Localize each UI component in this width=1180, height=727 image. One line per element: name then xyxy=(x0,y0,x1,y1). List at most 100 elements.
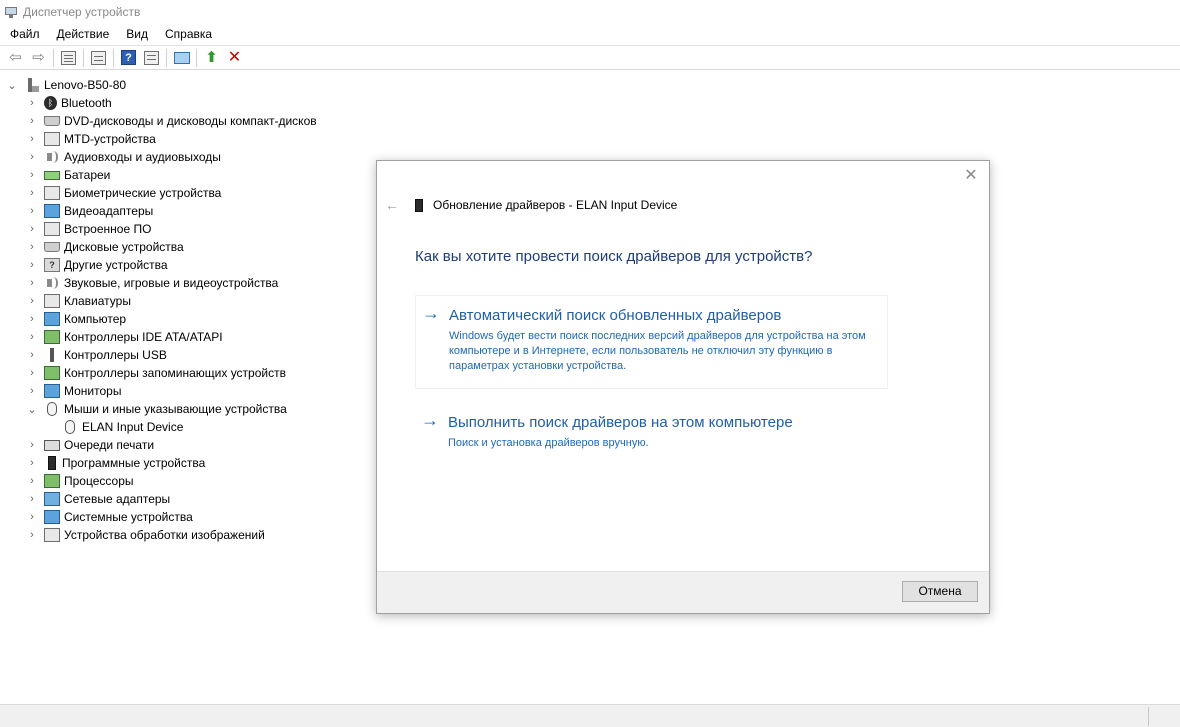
tree-item-ide-controllers[interactable]: › Контроллеры IDE ATA/ATAPI xyxy=(26,328,223,346)
chevron-right-icon[interactable]: › xyxy=(26,313,38,325)
tree-item-label: Встроенное ПО xyxy=(64,222,152,236)
tree-item-processors[interactable]: › Процессоры xyxy=(26,472,134,490)
battery-icon xyxy=(44,170,60,180)
chevron-right-icon[interactable]: › xyxy=(26,259,38,271)
toolbar-separator xyxy=(196,48,197,67)
back-arrow-icon[interactable]: ← xyxy=(385,197,399,213)
chevron-right-icon[interactable]: › xyxy=(26,349,38,361)
forward-button[interactable]: ⇨ xyxy=(27,47,50,68)
chevron-right-icon[interactable]: › xyxy=(26,385,38,397)
forward-arrow-icon: ⇨ xyxy=(32,49,45,66)
menu-action[interactable]: Действие xyxy=(47,27,117,41)
tree-item-network-adapters[interactable]: › Сетевые адаптеры xyxy=(26,490,170,508)
chevron-right-icon[interactable]: › xyxy=(26,529,38,541)
tree-item-label: Системные устройства xyxy=(64,510,193,524)
update-driver-dialog: ✕ ← Обновление драйверов - ELAN Input De… xyxy=(376,160,990,614)
chevron-right-icon[interactable]: › xyxy=(26,205,38,217)
cancel-button[interactable]: Отмена xyxy=(902,581,978,602)
tree-item-usb-controllers[interactable]: › Контроллеры USB xyxy=(26,346,167,364)
computer-icon xyxy=(44,312,60,326)
tree-item-disk-drives[interactable]: › Дисковые устройства xyxy=(26,238,184,256)
chevron-right-icon[interactable]: › xyxy=(26,493,38,505)
tree-item-label: Программные устройства xyxy=(62,456,206,470)
tree-item-label: ELAN Input Device xyxy=(82,420,184,434)
menu-file[interactable]: Файл xyxy=(0,27,47,41)
tree-item-label: Дисковые устройства xyxy=(64,240,184,254)
mouse-icon xyxy=(47,402,57,416)
uninstall-device-button[interactable]: ✕ xyxy=(223,47,246,68)
tree-item-elan-input-device[interactable]: ELAN Input Device xyxy=(56,418,183,436)
tree-item-imaging-devices[interactable]: › Устройства обработки изображений xyxy=(26,526,265,544)
auto-search-description: Windows будет вести поиск последних верс… xyxy=(449,330,866,372)
back-button[interactable]: ⇦ xyxy=(4,47,27,68)
tree-item-dvd[interactable]: › DVD-дисководы и дисководы компакт-диск… xyxy=(26,112,316,130)
tree-item-keyboards[interactable]: › Клавиатуры xyxy=(26,292,131,310)
tree-item-biometric[interactable]: › Биометрические устройства xyxy=(26,184,221,202)
menu-help[interactable]: Справка xyxy=(155,27,219,41)
menu-view[interactable]: Вид xyxy=(116,27,155,41)
tree-item-label: Устройства обработки изображений xyxy=(64,528,265,542)
chevron-right-icon[interactable]: › xyxy=(26,223,38,235)
network-adapter-icon xyxy=(44,492,60,506)
tree-item-bluetooth[interactable]: › ᛒ Bluetooth xyxy=(26,94,112,112)
chevron-right-icon[interactable]: › xyxy=(26,439,38,451)
show-hide-button[interactable] xyxy=(87,47,110,68)
dialog-title: Обновление драйверов - ELAN Input Device xyxy=(433,198,678,212)
tree-item-audio-io[interactable]: › Аудиовходы и аудиовыходы xyxy=(26,148,221,166)
tree-item-storage-controllers[interactable]: › Контроллеры запоминающих устройств xyxy=(26,364,286,382)
tree-item-software-devices[interactable]: › Программные устройства xyxy=(26,454,205,472)
tree-root[interactable]: ⌄ Lenovo-B50-80 xyxy=(6,76,126,94)
chevron-right-icon[interactable]: › xyxy=(26,97,38,109)
chevron-right-icon[interactable]: › xyxy=(26,367,38,379)
printer-icon xyxy=(44,439,60,451)
auto-search-option[interactable]: → Автоматический поиск обновленных драйв… xyxy=(415,295,888,389)
tree-item-system-devices[interactable]: › Системные устройства xyxy=(26,508,193,526)
properties-button[interactable] xyxy=(57,47,80,68)
chevron-right-icon[interactable]: › xyxy=(26,475,38,487)
chevron-right-icon[interactable]: › xyxy=(26,277,38,289)
chevron-right-icon[interactable]: › xyxy=(26,133,38,145)
dialog-question: Как вы хотите провести поиск драйверов д… xyxy=(415,248,813,265)
tree-item-label: Контроллеры IDE ATA/ATAPI xyxy=(64,330,223,344)
chevron-right-icon[interactable]: › xyxy=(26,331,38,343)
tree-item-video-adapters[interactable]: › Видеоадаптеры xyxy=(26,202,153,220)
status-bar xyxy=(0,704,1180,727)
tree-item-computer[interactable]: › Компьютер xyxy=(26,310,126,328)
chevron-right-icon[interactable]: › xyxy=(26,457,38,469)
show-hide-icon xyxy=(91,50,106,65)
chevron-right-icon[interactable]: › xyxy=(26,295,38,307)
speaker-icon xyxy=(44,276,60,290)
tree-item-sound-video[interactable]: › Звуковые, игровые и видеоустройства xyxy=(26,274,278,292)
chevron-down-icon[interactable]: ⌄ xyxy=(6,79,18,92)
scan-hardware-button[interactable] xyxy=(140,47,163,68)
chevron-right-icon[interactable]: › xyxy=(26,241,38,253)
close-icon[interactable]: ✕ xyxy=(962,167,980,185)
manual-search-option[interactable]: → Выполнить поиск драйверов на этом комп… xyxy=(415,403,888,453)
chevron-right-icon[interactable]: › xyxy=(26,151,38,163)
usb-icon xyxy=(44,348,60,362)
tree-item-other-devices[interactable]: › ? Другие устройства xyxy=(26,256,168,274)
tree-item-label: Bluetooth xyxy=(61,96,112,110)
tree-item-monitors[interactable]: › Мониторы xyxy=(26,382,121,400)
tree-item-mice[interactable]: ⌄ Мыши и иные указывающие устройства xyxy=(26,400,287,418)
chevron-right-icon[interactable]: › xyxy=(26,169,38,181)
tree-item-mtd[interactable]: › MTD-устройства xyxy=(26,130,156,148)
chevron-right-icon[interactable]: › xyxy=(26,511,38,523)
processor-icon xyxy=(44,474,60,488)
chevron-down-icon[interactable]: ⌄ xyxy=(26,403,38,416)
firmware-icon xyxy=(44,222,60,236)
controller-icon xyxy=(44,330,60,344)
tree-item-firmware[interactable]: › Встроенное ПО xyxy=(26,220,151,238)
help-button[interactable]: ? xyxy=(117,47,140,68)
update-driver-button[interactable]: ⬆ xyxy=(200,47,223,68)
chevron-right-icon[interactable]: › xyxy=(26,187,38,199)
toolbar-separator xyxy=(53,48,54,67)
tree-item-batteries[interactable]: › Батареи xyxy=(26,166,110,184)
mtd-device-icon xyxy=(44,132,60,146)
tree-item-print-queues[interactable]: › Очереди печати xyxy=(26,436,154,454)
tree-item-label: Мыши и иные указывающие устройства xyxy=(64,402,287,416)
arrow-right-icon: → xyxy=(422,303,440,323)
monitor-button[interactable] xyxy=(170,47,193,68)
uninstall-icon: ✕ xyxy=(227,48,242,66)
chevron-right-icon[interactable]: › xyxy=(26,115,38,127)
